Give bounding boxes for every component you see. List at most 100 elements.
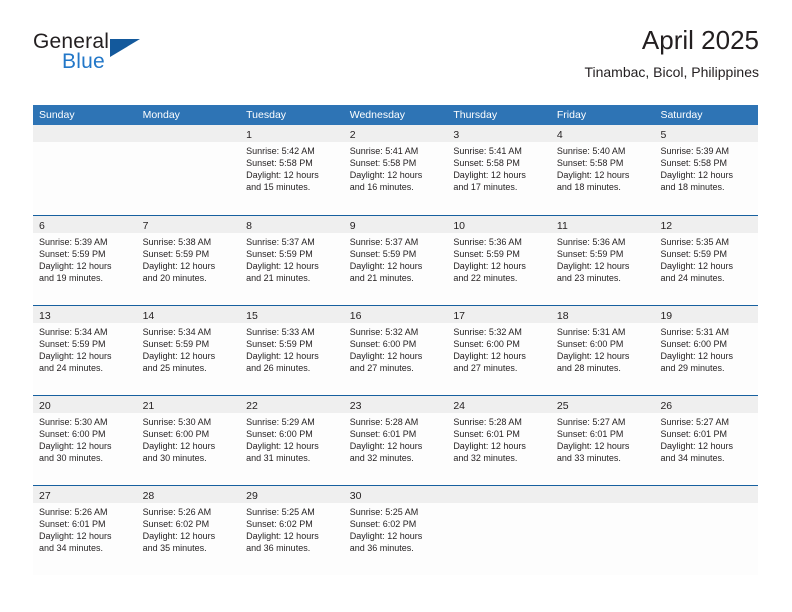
day-number-band: 4 bbox=[550, 125, 655, 142]
day-number: 9 bbox=[349, 220, 356, 232]
day-number-band: 13 bbox=[33, 306, 137, 323]
day-number-band: 15 bbox=[240, 306, 344, 323]
day-details: Sunrise: 5:40 AM Sunset: 5:58 PM Daylight:… bbox=[551, 142, 655, 193]
calendar-day-cell[interactable]: 26 Sunrise: 5:27 AM Sunset: 6:01 PM Dayligh… bbox=[654, 396, 759, 485]
calendar-day-cell[interactable]: 7 Sunrise: 5:38 AM Sunset: 5:59 PM Daylight… bbox=[136, 216, 241, 305]
day-details: Sunrise: 5:32 AM Sunset: 6:00 PM Daylight:… bbox=[447, 323, 551, 374]
calendar-day-cell[interactable]: 13 Sunrise: 5:34 AM Sunset: 5:59 PM Dayligh… bbox=[33, 306, 137, 395]
calendar-day-cell[interactable]: 16 Sunrise: 5:32 AM Sunset: 6:00 PM Dayligh… bbox=[343, 306, 448, 395]
calendar-day-cell[interactable]: 22 Sunrise: 5:29 AM Sunset: 6:00 PM Dayligh… bbox=[240, 396, 344, 485]
day-details: Sunrise: 5:42 AM Sunset: 5:58 PM Daylight:… bbox=[240, 142, 344, 193]
day-detail-line: and 27 minutes. bbox=[453, 363, 518, 374]
day-number-band: 24 bbox=[447, 396, 551, 413]
calendar-day-cell-empty bbox=[447, 486, 551, 575]
calendar-day-cell[interactable]: 5 Sunrise: 5:39 AM Sunset: 5:58 PM Daylight… bbox=[654, 125, 759, 215]
calendar-day-cell[interactable]: 29 Sunrise: 5:25 AM Sunset: 6:02 PM Dayligh… bbox=[240, 486, 344, 575]
calendar-day-cell[interactable]: 9 Sunrise: 5:37 AM Sunset: 5:59 PM Daylight… bbox=[343, 216, 448, 305]
day-detail-line: and 20 minutes. bbox=[142, 273, 207, 284]
day-detail-line: Sunrise: 5:40 AM bbox=[556, 146, 626, 156]
day-detail-line: and 30 minutes. bbox=[142, 453, 207, 464]
day-details: Sunrise: 5:26 AM Sunset: 6:02 PM Daylight:… bbox=[137, 503, 241, 554]
brand-logo[interactable]: General Blue bbox=[33, 30, 163, 80]
calendar-week-row: 20 Sunrise: 5:30 AM Sunset: 6:00 PM Dayligh… bbox=[33, 395, 759, 485]
day-details: Sunrise: 5:32 AM Sunset: 6:00 PM Daylight:… bbox=[344, 323, 448, 374]
day-number-band bbox=[654, 486, 759, 503]
day-number-band: 6 bbox=[33, 216, 137, 233]
day-number: 23 bbox=[349, 400, 362, 412]
day-detail-line: Sunrise: 5:25 AM bbox=[349, 507, 419, 517]
day-detail-line: and 18 minutes. bbox=[556, 182, 621, 193]
day-detail-line: Sunrise: 5:31 AM bbox=[556, 327, 626, 337]
calendar-day-cell[interactable]: 10 Sunrise: 5:36 AM Sunset: 5:59 PM Dayligh… bbox=[447, 216, 551, 305]
calendar-day-cell[interactable]: 24 Sunrise: 5:28 AM Sunset: 6:01 PM Dayligh… bbox=[447, 396, 551, 485]
day-detail-line: Daylight: 12 hours bbox=[660, 170, 734, 181]
day-details bbox=[654, 503, 758, 506]
day-detail-line: and 27 minutes. bbox=[349, 363, 414, 374]
calendar-day-cell[interactable]: 28 Sunrise: 5:26 AM Sunset: 6:02 PM Dayligh… bbox=[136, 486, 241, 575]
day-detail-line: Sunset: 6:01 PM bbox=[556, 429, 624, 440]
day-number-band: 2 bbox=[343, 125, 448, 142]
day-detail-line: Sunset: 6:01 PM bbox=[453, 429, 520, 440]
day-detail-line: Sunrise: 5:27 AM bbox=[660, 417, 730, 427]
day-detail-line: Sunset: 5:59 PM bbox=[349, 249, 417, 260]
day-detail-line: Sunset: 6:02 PM bbox=[142, 519, 210, 530]
day-detail-line: Sunset: 6:00 PM bbox=[39, 429, 106, 440]
day-number-band: 17 bbox=[447, 306, 551, 323]
calendar-day-cell[interactable]: 30 Sunrise: 5:25 AM Sunset: 6:02 PM Dayligh… bbox=[343, 486, 448, 575]
day-number-band: 16 bbox=[343, 306, 448, 323]
brand-name-blue: Blue bbox=[62, 50, 105, 73]
calendar-day-cell[interactable]: 14 Sunrise: 5:34 AM Sunset: 5:59 PM Dayligh… bbox=[136, 306, 241, 395]
day-detail-line: Daylight: 12 hours bbox=[453, 441, 526, 452]
calendar-week-row: 1 Sunrise: 5:42 AM Sunset: 5:58 PM Daylight… bbox=[33, 125, 759, 215]
day-detail-line: Sunrise: 5:38 AM bbox=[142, 237, 212, 247]
day-details: Sunrise: 5:26 AM Sunset: 6:01 PM Daylight:… bbox=[33, 503, 137, 554]
day-detail-line: Sunrise: 5:27 AM bbox=[556, 417, 626, 427]
day-number: 24 bbox=[453, 400, 465, 412]
calendar-day-cell[interactable]: 25 Sunrise: 5:27 AM Sunset: 6:01 PM Dayligh… bbox=[550, 396, 655, 485]
calendar-day-cell[interactable]: 8 Sunrise: 5:37 AM Sunset: 5:59 PM Daylight… bbox=[240, 216, 344, 305]
day-details: Sunrise: 5:41 AM Sunset: 5:58 PM Daylight:… bbox=[344, 142, 448, 193]
day-detail-line: Sunset: 6:01 PM bbox=[349, 429, 417, 440]
day-number: 15 bbox=[246, 310, 258, 322]
day-detail-line: and 28 minutes. bbox=[556, 363, 621, 374]
calendar-day-cell[interactable]: 27 Sunrise: 5:26 AM Sunset: 6:01 PM Dayligh… bbox=[33, 486, 137, 575]
day-detail-line: and 15 minutes. bbox=[246, 182, 311, 193]
page-header: General Blue April 2025 Tinambac, Bicol,… bbox=[33, 24, 759, 96]
calendar-grid: Sunday Monday Tuesday Wednesday Thursday Frid… bbox=[33, 105, 759, 575]
calendar-day-cell[interactable]: 17 Sunrise: 5:32 AM Sunset: 6:00 PM Dayligh… bbox=[447, 306, 551, 395]
day-detail-line: Sunrise: 5:37 AM bbox=[246, 237, 315, 247]
calendar-day-cell[interactable]: 18 Sunrise: 5:31 AM Sunset: 6:00 PM Dayligh… bbox=[550, 306, 655, 395]
calendar-day-cell[interactable]: 11 Sunrise: 5:36 AM Sunset: 5:59 PM Dayligh… bbox=[550, 216, 655, 305]
day-detail-line: Sunrise: 5:36 AM bbox=[556, 237, 626, 247]
calendar-day-cell-empty bbox=[33, 125, 137, 215]
calendar-day-cell[interactable]: 23 Sunrise: 5:28 AM Sunset: 6:01 PM Dayligh… bbox=[343, 396, 448, 485]
day-detail-line: Sunrise: 5:33 AM bbox=[246, 327, 315, 337]
day-detail-line: Sunset: 5:58 PM bbox=[556, 158, 624, 169]
calendar-day-cell[interactable]: 4 Sunrise: 5:40 AM Sunset: 5:58 PM Daylight… bbox=[550, 125, 655, 215]
day-detail-line: Daylight: 12 hours bbox=[246, 170, 319, 181]
calendar-day-cell[interactable]: 2 Sunrise: 5:41 AM Sunset: 5:58 PM Daylight… bbox=[343, 125, 448, 215]
calendar-day-cell[interactable]: 19 Sunrise: 5:31 AM Sunset: 6:00 PM Dayligh… bbox=[654, 306, 759, 395]
calendar-day-cell[interactable]: 12 Sunrise: 5:35 AM Sunset: 5:59 PM Dayligh… bbox=[654, 216, 759, 305]
day-detail-line: Sunset: 5:59 PM bbox=[142, 339, 210, 350]
day-number-band: 14 bbox=[136, 306, 241, 323]
day-number-band: 21 bbox=[136, 396, 241, 413]
calendar-day-cell-empty bbox=[550, 486, 655, 575]
calendar-week-row: 6 Sunrise: 5:39 AM Sunset: 5:59 PM Daylight… bbox=[33, 215, 759, 305]
day-number-band bbox=[447, 486, 551, 503]
day-number: 12 bbox=[660, 220, 673, 232]
day-number-band: 12 bbox=[654, 216, 759, 233]
day-number: 14 bbox=[142, 310, 155, 322]
calendar-day-cell[interactable]: 6 Sunrise: 5:39 AM Sunset: 5:59 PM Daylight… bbox=[33, 216, 137, 305]
calendar-day-cell[interactable]: 21 Sunrise: 5:30 AM Sunset: 6:00 PM Dayligh… bbox=[136, 396, 241, 485]
calendar-day-cell[interactable]: 15 Sunrise: 5:33 AM Sunset: 5:59 PM Dayligh… bbox=[240, 306, 344, 395]
calendar-day-cell[interactable]: 3 Sunrise: 5:41 AM Sunset: 5:58 PM Daylight… bbox=[447, 125, 551, 215]
title-block: April 2025 Tinambac, Bicol, Philippines bbox=[584, 24, 759, 82]
day-detail-line: Sunrise: 5:34 AM bbox=[142, 327, 212, 337]
weekday-header-monday: Monday bbox=[142, 109, 180, 121]
day-detail-line: Sunrise: 5:31 AM bbox=[660, 327, 730, 337]
day-number: 1 bbox=[246, 129, 252, 141]
calendar-day-cell[interactable]: 1 Sunrise: 5:42 AM Sunset: 5:58 PM Daylight… bbox=[240, 125, 344, 215]
day-detail-line: and 22 minutes. bbox=[453, 273, 518, 284]
calendar-day-cell[interactable]: 20 Sunrise: 5:30 AM Sunset: 6:00 PM Dayligh… bbox=[33, 396, 137, 485]
